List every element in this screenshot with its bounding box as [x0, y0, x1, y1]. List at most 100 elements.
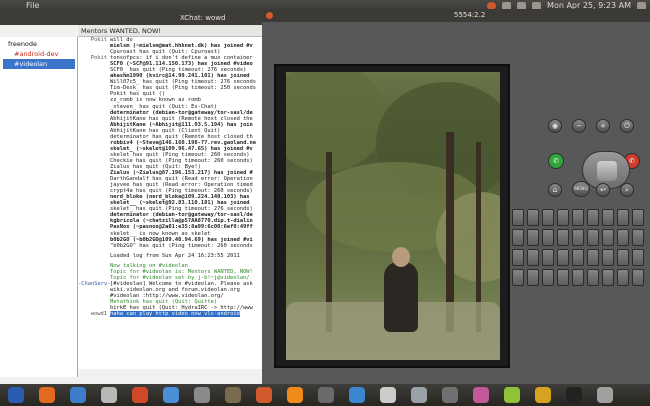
phone-screen[interactable]	[274, 64, 510, 368]
keyboard-key[interactable]	[557, 229, 569, 246]
cd-icon[interactable]	[411, 387, 427, 403]
keyboard-key[interactable]	[587, 249, 599, 266]
xchat-window: XChat: wowd Mentors WANTED, NOW! freenod…	[0, 12, 262, 396]
dock	[0, 384, 650, 406]
keyboard-key[interactable]	[512, 209, 524, 226]
camera-button[interactable]: ◉	[548, 119, 562, 133]
chrome-icon[interactable]	[132, 387, 148, 403]
back-button[interactable]: ↩	[596, 183, 610, 197]
keyboard-key[interactable]	[557, 269, 569, 286]
keyboard-key[interactable]	[572, 229, 584, 246]
firefox-icon[interactable]	[39, 387, 55, 403]
chat-message: haha can play http video now vlc-android	[110, 311, 240, 318]
keyboard-key[interactable]	[587, 209, 599, 226]
keyboard-key[interactable]	[527, 229, 539, 246]
keyboard-key[interactable]	[512, 229, 524, 246]
anchor-icon[interactable]	[8, 387, 24, 403]
xchat-titlebar[interactable]: XChat: wowd	[0, 12, 262, 25]
phone-icon: ✆	[553, 157, 559, 165]
windows-icon[interactable]	[349, 387, 365, 403]
terminal-icon[interactable]	[566, 387, 582, 403]
keyboard	[512, 209, 650, 379]
search-button[interactable]: ⌕	[620, 183, 634, 197]
keyboard-key[interactable]	[632, 229, 644, 246]
star-icon[interactable]	[535, 387, 551, 403]
document-icon[interactable]	[380, 387, 396, 403]
vlc-icon[interactable]	[287, 387, 303, 403]
keyboard-key[interactable]	[542, 229, 554, 246]
keyboard-key[interactable]	[572, 209, 584, 226]
search-icon: ⌕	[625, 185, 629, 194]
chat-line: wowd1 haha can play http video now vlc-an…	[78, 311, 262, 318]
settings-icon[interactable]	[194, 387, 210, 403]
keyboard-key[interactable]	[617, 249, 629, 266]
keyboard-key[interactable]	[632, 249, 644, 266]
keyboard-key[interactable]	[617, 209, 629, 226]
emulator-title: 5554:2.2	[454, 11, 486, 19]
emulator-window: 5554:2.2 ◉ − + ⏻ ✆ ✆ ⌂ MENU ↩ ⌕	[262, 9, 650, 384]
video-frame[interactable]	[286, 72, 500, 360]
keyboard-key[interactable]	[632, 209, 644, 226]
keyboard-key[interactable]	[527, 269, 539, 286]
keyboard-key[interactable]	[542, 249, 554, 266]
chat-log: Pokit will do mielsm (~mielsm@mat.hhknet.d…	[78, 37, 262, 369]
keyboard-key[interactable]	[557, 209, 569, 226]
keyboard-key[interactable]	[602, 269, 614, 286]
person-figure	[384, 262, 418, 332]
camera-icon: ◉	[551, 122, 559, 130]
keyboard-key[interactable]	[542, 209, 554, 226]
chat-message: Loaded log from Sun Apr 24 16:23:55 2011	[110, 252, 240, 259]
dpad-center[interactable]	[597, 161, 617, 181]
menu-label: MENU	[574, 186, 588, 192]
keyboard-key[interactable]	[557, 249, 569, 266]
media-icon[interactable]	[101, 387, 117, 403]
power-icon: ⏻	[624, 121, 630, 130]
home-button[interactable]: ⌂	[548, 183, 562, 197]
keyboard-key[interactable]	[572, 269, 584, 286]
call-button[interactable]: ✆	[548, 153, 564, 169]
keyboard-key[interactable]	[572, 249, 584, 266]
keyboard-key[interactable]	[587, 229, 599, 246]
keyboard-key[interactable]	[602, 249, 614, 266]
keyboard-key[interactable]	[602, 209, 614, 226]
channel-topic[interactable]: Mentors WANTED, NOW!	[78, 25, 262, 37]
keyboard-key[interactable]	[512, 269, 524, 286]
close-icon[interactable]	[266, 12, 273, 19]
chat-nick: wowd1	[90, 311, 107, 318]
home-icon: ⌂	[552, 186, 558, 194]
keyboard-key[interactable]	[617, 229, 629, 246]
power-button[interactable]: ⏻	[620, 119, 634, 133]
keyboard-key[interactable]	[527, 249, 539, 266]
keyboard-key[interactable]	[587, 269, 599, 286]
channel-android-dev[interactable]: #android-dev	[14, 50, 58, 58]
menu-file[interactable]: File	[26, 0, 39, 12]
channel-videolan[interactable]: #videolan	[3, 59, 75, 69]
back-icon: ↩	[600, 186, 606, 194]
chat-message: "b0b2GO" has quit (Ping timeout: 260 sec…	[110, 242, 253, 249]
music-icon[interactable]	[473, 387, 489, 403]
keyboard-key[interactable]	[527, 209, 539, 226]
files-icon[interactable]	[318, 387, 334, 403]
network-node[interactable]: freenode	[8, 40, 37, 48]
keyboard-key[interactable]	[602, 229, 614, 246]
folder-icon[interactable]	[225, 387, 241, 403]
monitor-icon[interactable]	[597, 387, 613, 403]
volume-up-button[interactable]: +	[596, 119, 610, 133]
menu-button[interactable]: MENU	[572, 181, 590, 197]
keyboard-key[interactable]	[542, 269, 554, 286]
channel-tree: freenode #android-dev #videolan	[0, 37, 78, 377]
android-icon[interactable]	[504, 387, 520, 403]
drive-icon[interactable]	[442, 387, 458, 403]
browser-icon[interactable]	[163, 387, 179, 403]
globe-icon[interactable]	[70, 387, 86, 403]
volume-down-button[interactable]: −	[572, 119, 586, 133]
emulator-titlebar[interactable]: 5554:2.2	[262, 9, 650, 22]
keyboard-key[interactable]	[617, 269, 629, 286]
xchat-title: XChat: wowd	[180, 14, 226, 22]
volume-down-icon: −	[576, 122, 582, 130]
person-face	[392, 247, 410, 267]
keyboard-key[interactable]	[512, 249, 524, 266]
volume-up-icon: +	[600, 122, 606, 130]
keyboard-key[interactable]	[632, 269, 644, 286]
ubuntu-icon[interactable]	[256, 387, 272, 403]
